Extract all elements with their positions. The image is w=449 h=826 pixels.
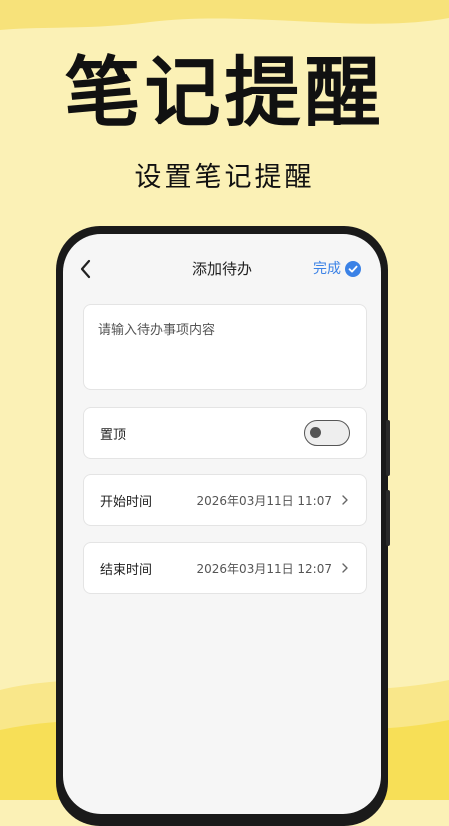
end-time-row[interactable]: 结束时间 2026年03月11日 12:07 xyxy=(83,542,367,594)
phone-side-button xyxy=(386,490,390,546)
background-wave-top xyxy=(0,0,449,30)
content-card xyxy=(83,304,367,390)
pin-toggle[interactable] xyxy=(304,420,350,446)
chevron-right-icon xyxy=(342,495,348,505)
end-time-label: 结束时间 xyxy=(100,562,153,578)
start-time-row[interactable]: 开始时间 2026年03月11日 11:07 xyxy=(83,474,367,526)
end-time-value: 2026年03月11日 12:07 xyxy=(196,561,332,576)
promo-subtitle: 设置笔记提醒 xyxy=(134,162,315,193)
check-circle-icon xyxy=(345,261,361,277)
todo-content-input[interactable] xyxy=(84,305,366,389)
phone-screen: 添加待办 完成 置顶 开始时间 2026年03月11日 11:07 结束时间 2… xyxy=(63,234,381,814)
done-button-label: 完成 xyxy=(313,261,341,277)
toggle-knob xyxy=(310,427,321,438)
phone-side-button xyxy=(386,420,390,476)
nav-bar: 添加待办 完成 xyxy=(63,252,381,286)
start-time-label: 开始时间 xyxy=(100,494,153,510)
done-button[interactable]: 完成 xyxy=(313,257,361,281)
start-time-value: 2026年03月11日 11:07 xyxy=(196,493,332,508)
promo-title: 笔记提醒 xyxy=(64,48,385,137)
pin-row: 置顶 xyxy=(83,407,367,459)
pin-label: 置顶 xyxy=(100,427,127,443)
chevron-right-icon xyxy=(342,563,348,573)
